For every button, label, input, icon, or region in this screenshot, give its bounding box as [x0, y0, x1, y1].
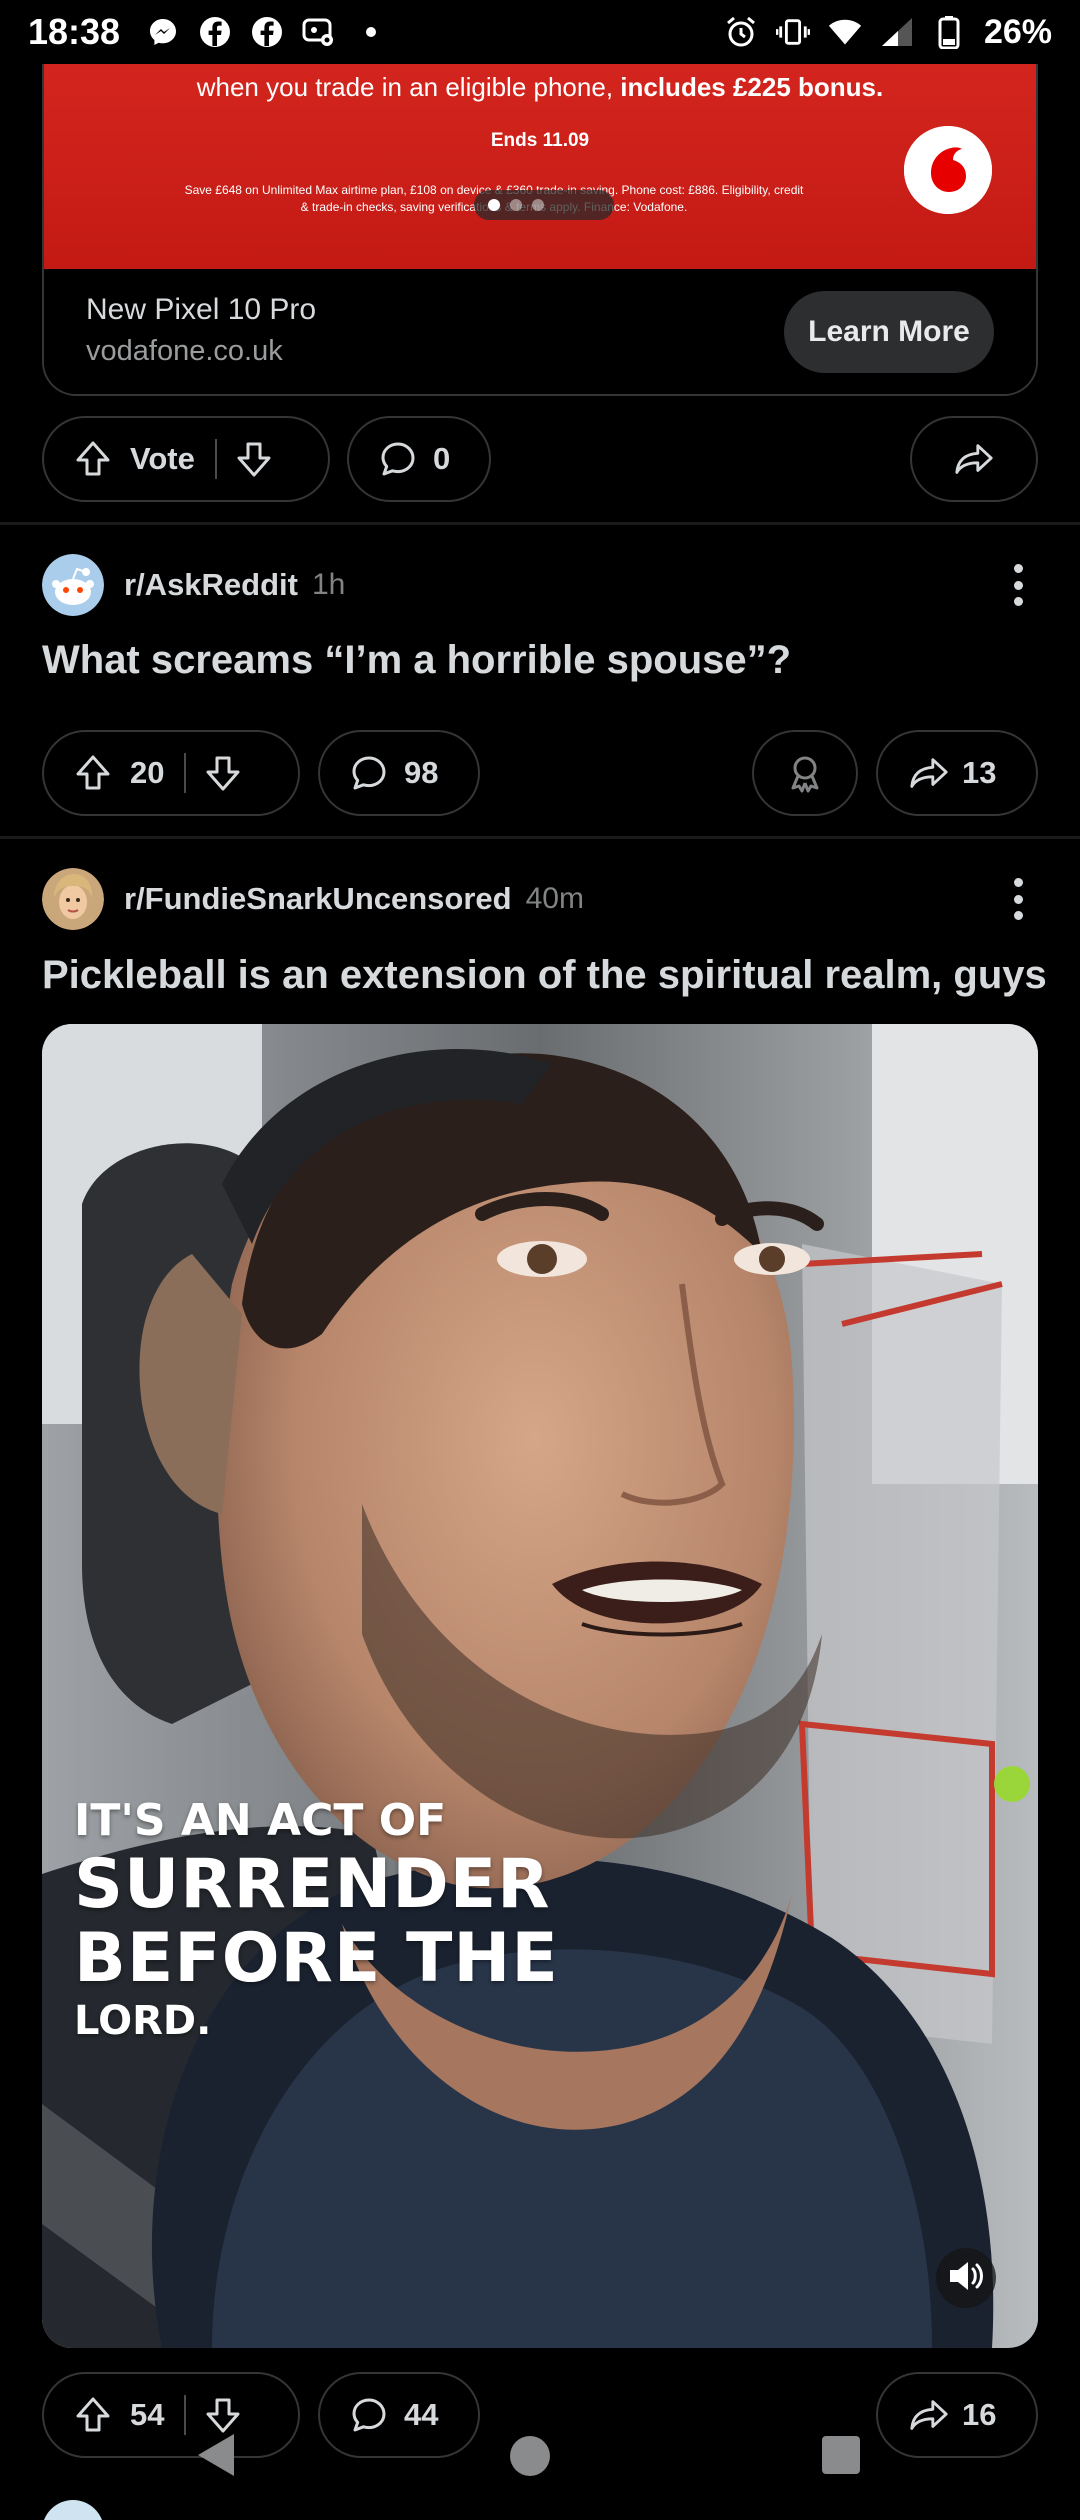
system-nav-bar — [0, 2420, 1080, 2490]
share-count: 13 — [962, 755, 997, 790]
ad-banner-image[interactable]: when you trade in an eligible phone, inc… — [44, 64, 1036, 269]
comments-button[interactable]: 98 — [318, 730, 480, 816]
ad-banner-ends: Ends 11.09 — [490, 130, 590, 151]
status-bar: 18:38 26% — [0, 0, 1080, 64]
wifi-icon — [828, 15, 862, 49]
downvote-icon[interactable] — [233, 438, 275, 480]
award-icon — [784, 752, 826, 794]
vodafone-logo — [904, 126, 992, 214]
feed-divider — [0, 522, 1080, 525]
messenger-icon — [146, 15, 180, 49]
share-icon — [908, 752, 950, 794]
facebook-icon — [250, 15, 284, 49]
post-age: 40m — [525, 882, 584, 915]
video-frame — [42, 1024, 1038, 2348]
subreddit-avatar[interactable] — [42, 868, 104, 930]
comments-button[interactable]: 0 — [347, 416, 491, 502]
subreddit-name[interactable]: r/FundieSnarkUncensored — [124, 881, 512, 917]
post-options-icon[interactable] — [998, 874, 1038, 924]
recents-icon[interactable] — [822, 2436, 860, 2474]
home-icon[interactable] — [510, 2436, 550, 2476]
notification-icons — [146, 15, 388, 49]
subreddit-avatar[interactable] — [42, 554, 104, 616]
share-button[interactable]: 13 — [876, 730, 1038, 816]
carousel-dot — [532, 199, 544, 211]
post-options-icon[interactable] — [998, 560, 1038, 610]
vote-count: 20 — [130, 755, 165, 790]
ad-footer: New Pixel 10 Pro vodafone.co.uk Learn Mo… — [44, 269, 1036, 394]
promoted-ad-card[interactable]: when you trade in an eligible phone, inc… — [42, 64, 1038, 396]
vote-control: 20 — [42, 730, 300, 816]
learn-more-button[interactable]: Learn More — [784, 291, 994, 373]
comment-icon — [348, 752, 390, 794]
vote-control: Vote — [42, 416, 330, 502]
vote-label: Vote — [130, 441, 195, 476]
comment-icon — [377, 438, 419, 480]
comment-count: 0 — [433, 441, 451, 476]
dot-icon — [354, 15, 388, 49]
caption-line: BEFORE THE — [74, 1919, 559, 1998]
clock: 18:38 — [28, 11, 121, 52]
post-action-row: 20 98 13 — [42, 730, 1038, 816]
ad-title: New Pixel 10 Pro — [86, 293, 317, 326]
vote-separator — [214, 439, 217, 479]
subreddit-name[interactable]: r/AskReddit — [124, 567, 298, 603]
next-post-avatar — [42, 2500, 104, 2520]
battery-percentage: 26% — [983, 12, 1052, 51]
back-icon[interactable] — [196, 2432, 236, 2483]
signal-icon — [880, 15, 914, 49]
volume-toggle[interactable] — [936, 2248, 996, 2308]
upvote-icon[interactable] — [72, 752, 114, 794]
accessibility-icon — [302, 15, 336, 49]
post-age: 1h — [311, 568, 346, 601]
post-video[interactable]: IT'S AN ACT OF SURRENDER BEFORE THE LORD… — [42, 1024, 1038, 2348]
carousel-dot — [488, 199, 500, 211]
carousel-indicator[interactable] — [474, 190, 614, 220]
caption-line: LORD. — [74, 1998, 212, 2044]
ad-action-row: Vote 0 — [42, 416, 1038, 502]
post-title[interactable]: Pickleball is an extension of the spirit… — [42, 951, 1052, 999]
alarm-icon — [724, 15, 758, 49]
upvote-icon[interactable] — [72, 438, 114, 480]
caption-line: IT'S AN ACT OF — [74, 1795, 447, 1846]
facebook-icon — [198, 15, 232, 49]
comment-count: 98 — [404, 755, 439, 790]
post-header: r/FundieSnarkUncensored 40m — [42, 867, 1038, 931]
caption-line: SURRENDER — [74, 1845, 551, 1924]
post-title[interactable]: What screams “I’m a horrible spouse”? — [42, 636, 1052, 684]
vote-separator — [184, 753, 187, 793]
share-button[interactable] — [910, 416, 1038, 502]
battery-icon — [932, 15, 966, 49]
downvote-icon[interactable] — [202, 752, 244, 794]
video-caption: IT'S AN ACT OF SURRENDER BEFORE THE LORD… — [74, 1794, 559, 2046]
post-header: r/AskReddit 1h — [42, 553, 1038, 617]
carousel-dot — [510, 199, 522, 211]
feed-divider — [0, 836, 1080, 839]
award-button[interactable] — [752, 730, 858, 816]
speaker-icon — [944, 2254, 988, 2303]
ad-domain: vodafone.co.uk — [86, 335, 283, 367]
ad-banner-headline: when you trade in an eligible phone, inc… — [196, 72, 884, 102]
vibrate-icon — [775, 15, 810, 49]
share-icon — [953, 438, 995, 480]
